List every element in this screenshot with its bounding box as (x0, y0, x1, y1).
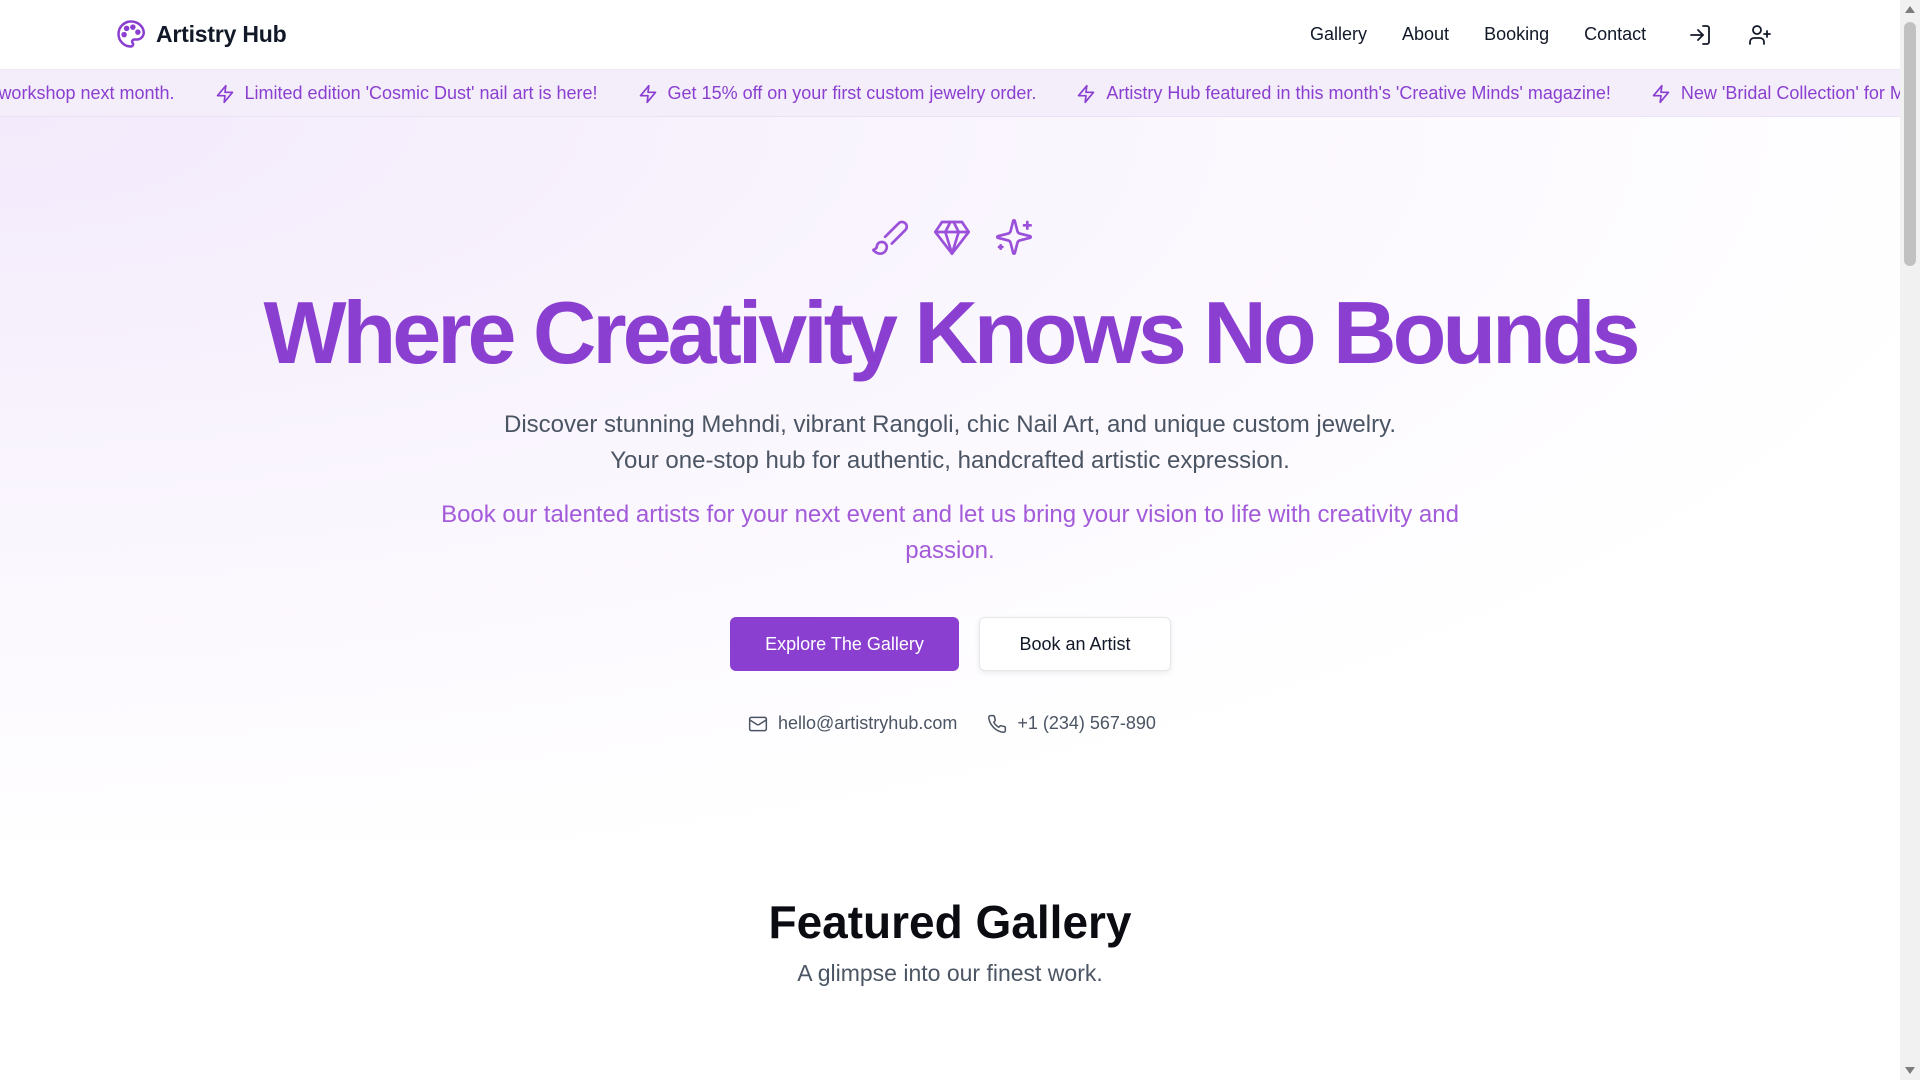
sparkles-icon (994, 217, 1034, 257)
page: Artistry Hub Gallery About Booking Conta… (0, 0, 1900, 1080)
log-in-icon[interactable] (1688, 23, 1712, 47)
contact-phone[interactable]: +1 (234) 567-890 (987, 713, 1156, 734)
brand-logo[interactable]: Artistry Hub (116, 19, 287, 49)
ticker-text: ' workshop next month. (0, 83, 175, 103)
hero-subtitle-line: Your one-stop hub for authentic, handcra… (610, 447, 1290, 474)
hero-subtitle-line: Discover stunning Mehndi, vibrant Rangol… (504, 411, 1396, 438)
ticker-text: Artistry Hub featured in this month's 'C… (1106, 83, 1611, 103)
zap-icon (216, 84, 233, 103)
mail-icon (748, 716, 768, 731)
user-plus-icon[interactable] (1748, 23, 1772, 47)
site-header: Artistry Hub Gallery About Booking Conta… (0, 0, 1900, 70)
explore-gallery-button[interactable]: Explore The Gallery (730, 617, 959, 671)
ticker-track: ' workshop next month. Limited edition '… (0, 83, 1900, 104)
main-nav: Gallery About Booking Contact (1310, 24, 1646, 45)
account-actions (1688, 23, 1772, 47)
page-scrollbar[interactable] (1900, 0, 1920, 1080)
ticker-text: New 'Bridal Collection' for Mehn (1680, 83, 1900, 103)
scrollbar-thumb[interactable] (1904, 22, 1916, 266)
phone-text: +1 (234) 567-890 (1017, 713, 1156, 733)
hero-icons (870, 217, 1034, 257)
nav-link-about[interactable]: About (1402, 24, 1449, 45)
ticker-item: Artistry Hub featured in this month's 'C… (1076, 83, 1611, 104)
contact-email[interactable]: hello@artistryhub.com (748, 713, 957, 734)
hero-title: Where Creativity Knows No Bounds (263, 283, 1640, 382)
email-text: hello@artistryhub.com (778, 713, 958, 733)
zap-icon (1078, 84, 1095, 103)
palette-icon (116, 19, 146, 49)
zap-icon (1652, 84, 1670, 103)
ticker-item: ' workshop next month. (0, 83, 175, 104)
ticker-item: Limited edition 'Cosmic Dust' nail art i… (215, 83, 598, 104)
hero-section: Where Creativity Knows No Bounds Discove… (0, 117, 1900, 840)
nav-link-booking[interactable]: Booking (1484, 24, 1549, 45)
featured-gallery-title: Featured Gallery (768, 896, 1132, 948)
contact-info: hello@artistryhub.com +1 (234) 567-890 (748, 713, 1156, 734)
book-artist-button[interactable]: Book an Artist (979, 617, 1171, 671)
nav-link-gallery[interactable]: Gallery (1310, 24, 1367, 45)
ticker-text: Get 15% off on your first custom jewelry… (667, 83, 1037, 103)
hero-booking-text: Book our talented artists for your next … (441, 501, 1459, 564)
ticker-item: New 'Bridal Collection' for Mehn (1651, 83, 1900, 104)
featured-gallery-subtitle: A glimpse into our finest work. (797, 960, 1103, 986)
scroll-down-arrow-icon[interactable] (1905, 1067, 1915, 1074)
scroll-up-arrow-icon[interactable] (1905, 6, 1915, 13)
zap-icon (639, 84, 656, 103)
ticker-text: Limited edition 'Cosmic Dust' nail art i… (244, 83, 598, 103)
brand-name: Artistry Hub (156, 20, 287, 47)
brush-icon (870, 217, 910, 257)
hero-subtitle: Discover stunning Mehndi, vibrant Rangol… (440, 407, 1460, 479)
ticker-item: Get 15% off on your first custom jewelry… (638, 83, 1037, 104)
nav-link-contact[interactable]: Contact (1584, 24, 1646, 45)
gem-icon (932, 217, 972, 257)
phone-icon (988, 714, 1007, 733)
announcement-ticker: ' workshop next month. Limited edition '… (0, 70, 1900, 117)
